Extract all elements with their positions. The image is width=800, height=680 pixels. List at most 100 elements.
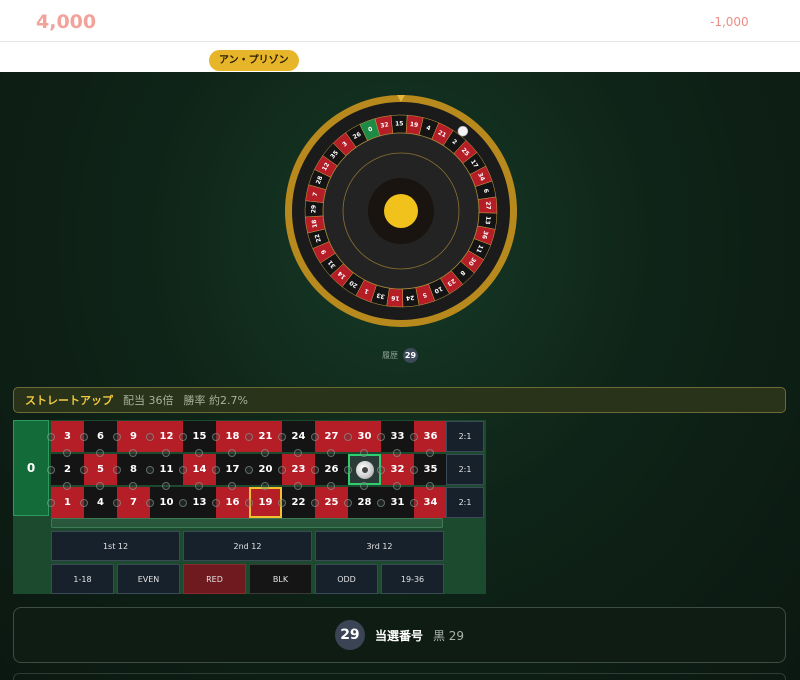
split-bet-spot[interactable]: [278, 465, 286, 474]
split-bet-spot[interactable]: [410, 498, 418, 507]
corner-bet-spot[interactable]: [161, 482, 170, 490]
corner-bet-spot[interactable]: [161, 449, 170, 457]
corner-bet-spot[interactable]: [260, 482, 269, 490]
history-number-badge: 29: [403, 347, 418, 363]
number-cell-36[interactable]: 36: [414, 421, 447, 452]
top-bar: 4,000 -1,000: [0, 0, 800, 42]
zero-cell[interactable]: 0: [13, 420, 49, 516]
corner-bet-spot[interactable]: [425, 449, 434, 457]
split-bet-spot[interactable]: [245, 498, 253, 507]
column-bet-3[interactable]: 2:1: [446, 487, 484, 518]
corner-bet-spot[interactable]: [326, 449, 335, 457]
bet-type-info: ストレートアップ 配当 36倍 勝率 約2.7%: [13, 387, 786, 413]
corner-bet-spot[interactable]: [359, 449, 368, 457]
corner-bet-spot[interactable]: [293, 482, 302, 490]
split-bet-spot[interactable]: [377, 465, 385, 474]
corner-bet-spot[interactable]: [392, 449, 401, 457]
split-bet-spot[interactable]: [47, 498, 55, 507]
split-bet-spot[interactable]: [179, 432, 187, 441]
split-bet-spot[interactable]: [80, 465, 88, 474]
corner-bet-spot[interactable]: [326, 482, 335, 490]
split-bet-spot[interactable]: [344, 465, 352, 474]
split-bet-spot[interactable]: [80, 498, 88, 507]
split-bet-spot[interactable]: [212, 432, 220, 441]
split-bet-spot[interactable]: [146, 498, 154, 507]
split-bet-spot[interactable]: [179, 465, 187, 474]
split-bet-spot[interactable]: [179, 498, 187, 507]
corner-bet-spot[interactable]: [62, 482, 71, 490]
column-bet-2[interactable]: 2:1: [446, 454, 484, 485]
column-bet-1[interactable]: 2:1: [446, 421, 484, 452]
even-money-bet-red[interactable]: RED: [183, 564, 246, 594]
corner-bet-spot[interactable]: [392, 482, 401, 490]
corner-bet-spot[interactable]: [227, 449, 236, 457]
split-bet-spot[interactable]: [410, 432, 418, 441]
corner-bet-spot[interactable]: [293, 449, 302, 457]
corner-bet-spot[interactable]: [62, 449, 71, 457]
corner-bet-spot[interactable]: [194, 449, 203, 457]
corner-bet-spot[interactable]: [128, 482, 137, 490]
corner-bet-spot[interactable]: [128, 449, 137, 457]
corner-bet-spot[interactable]: [260, 449, 269, 457]
result-number-badge: 29: [334, 620, 365, 650]
balance-amount: 4,000: [36, 11, 97, 33]
even-money-bet-19-36[interactable]: 19-36: [381, 564, 444, 594]
wheel-hub: [384, 194, 418, 228]
split-bet-spot[interactable]: [146, 465, 154, 474]
split-bet-spot[interactable]: [47, 465, 55, 474]
split-bet-spot[interactable]: [245, 432, 253, 441]
wheel-pocket-label: 27: [484, 201, 492, 210]
result-panel: 29 当選番号 黒 29: [13, 607, 786, 663]
corner-bet-spot[interactable]: [194, 482, 203, 490]
split-bet-spot[interactable]: [113, 498, 121, 507]
even-money-bet-1-18[interactable]: 1-18: [51, 564, 114, 594]
split-bet-spot[interactable]: [212, 498, 220, 507]
split-bet-spot[interactable]: [80, 432, 88, 441]
split-bet-spot[interactable]: [113, 432, 121, 441]
split-bet-spot[interactable]: [212, 465, 220, 474]
player-name-badge[interactable]: アン・プリゾン: [209, 50, 299, 71]
street-bet-strip[interactable]: [51, 518, 443, 528]
even-money-bet-blk[interactable]: BLK: [249, 564, 312, 594]
corner-bet-spot[interactable]: [95, 482, 104, 490]
wheel-pocket-label: 18: [311, 219, 319, 228]
even-money-bet-even[interactable]: EVEN: [117, 564, 180, 594]
wheel-ball: [457, 125, 469, 137]
roulette-wheel: 0 32 15 19 421225173462713361130823105241633…: [285, 95, 517, 327]
wheel-pocket-label: 15: [395, 120, 403, 127]
next-panel-edge: [13, 673, 786, 680]
split-bet-spot[interactable]: [311, 465, 319, 474]
number-cell-34[interactable]: 34: [414, 487, 447, 518]
corner-bet-spot[interactable]: [227, 482, 236, 490]
split-bet-spot[interactable]: [278, 498, 286, 507]
even-money-bet-odd[interactable]: ODD: [315, 564, 378, 594]
split-bet-spot[interactable]: [311, 432, 319, 441]
bet-payout: 配当 36倍: [123, 394, 174, 407]
split-bet-spot[interactable]: [344, 432, 352, 441]
corner-bet-spot[interactable]: [359, 482, 368, 490]
split-bet-spot[interactable]: [47, 432, 55, 441]
number-cell-35[interactable]: 35: [414, 454, 447, 485]
dozen-bet-2[interactable]: 2nd 12: [183, 531, 312, 561]
wheel-pocket-label: 24: [406, 294, 415, 302]
split-bet-spot[interactable]: [311, 498, 319, 507]
history-bar: 履歴 29: [0, 347, 800, 363]
split-bet-spot[interactable]: [245, 465, 253, 474]
bet-type-name: ストレートアップ: [25, 394, 113, 407]
split-bet-spot[interactable]: [278, 432, 286, 441]
result-value: 黒 29: [432, 628, 465, 643]
split-bet-spot[interactable]: [377, 498, 385, 507]
wheel-pocket-label: 19: [409, 121, 418, 129]
split-bet-spot[interactable]: [377, 432, 385, 441]
corner-bet-spot[interactable]: [95, 449, 104, 457]
dozen-bet-1[interactable]: 1st 12: [51, 531, 180, 561]
split-bet-spot[interactable]: [410, 465, 418, 474]
split-bet-spot[interactable]: [113, 465, 121, 474]
dozen-bet-3[interactable]: 3rd 12: [315, 531, 444, 561]
corner-bet-spot[interactable]: [425, 482, 434, 490]
split-bet-spot[interactable]: [146, 432, 154, 441]
balance-delta: -1,000: [710, 15, 749, 29]
wheel-pocket-label: 13: [484, 216, 492, 225]
placed-chip-icon[interactable]: [355, 460, 374, 479]
split-bet-spot[interactable]: [344, 498, 352, 507]
